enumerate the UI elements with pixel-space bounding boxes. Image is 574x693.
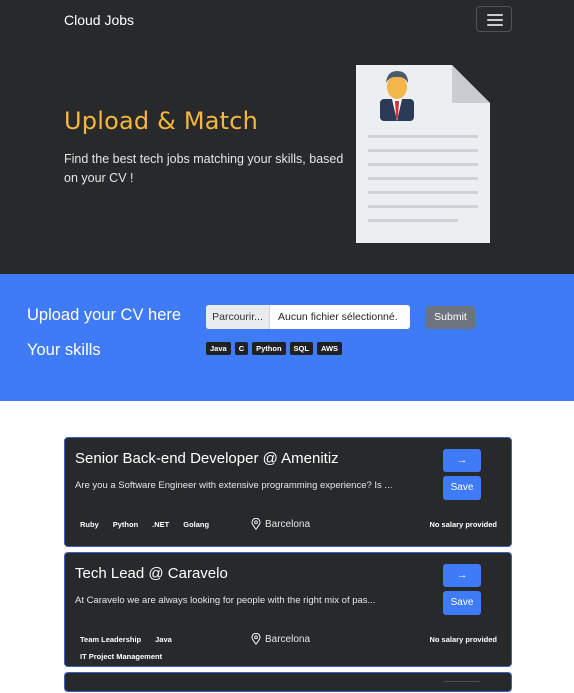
job-tag: Golang [183,520,210,529]
upload-cv-label: Upload your CV here [27,306,182,324]
upload-section [0,274,574,401]
skills-list: Java C Python SQL AWS [206,342,343,355]
job-tags: Ruby Python .NET Golang [80,520,250,529]
job-location: Barcelona [251,633,310,645]
job-salary: No salary provided [429,635,497,644]
skill-badge: AWS [316,342,343,355]
cv-file-input[interactable]: Parcourir... Aucun fichier sélectionné. [206,305,410,329]
open-job-button[interactable]: → [443,564,481,587]
navbar: Cloud Jobs [0,0,574,40]
job-description: At Caravelo we are always looking for pe… [75,595,376,606]
map-pin-icon [251,633,261,645]
job-tag: .NET [152,520,170,529]
job-title: Senior Back-end Developer @ Amenitiz [75,450,339,467]
open-job-button[interactable]: → [443,449,481,472]
file-status-text: Aucun fichier sélectionné. [278,311,398,323]
job-tag: Java [155,635,172,644]
job-salary: No salary provided [429,520,497,529]
job-tag: Team Leadership [80,635,142,644]
job-tags: Team Leadership Java IT Project Manageme… [80,635,250,661]
job-card: Tech Lead @ Caravelo At Caravelo we are … [64,552,512,667]
job-location-text: Barcelona [265,518,311,530]
job-description: Are you a Software Engineer with extensi… [75,480,393,491]
browse-button[interactable]: Parcourir... [206,305,270,329]
navbar-toggle-button[interactable] [476,6,512,32]
save-job-button[interactable]: Save [443,591,481,615]
cv-document-illustration [356,65,490,243]
save-job-button[interactable]: Save [443,476,481,500]
job-tag: Python [112,520,139,529]
job-location: Barcelona [251,518,310,530]
job-tag: IT Project Management [80,652,163,661]
open-job-button[interactable] [443,681,481,693]
skill-badge: Python [252,342,286,355]
map-pin-icon [251,518,261,530]
skill-badge: Java [206,342,231,355]
brand-logo[interactable]: Cloud Jobs [64,12,134,28]
submit-button[interactable]: Submit [426,306,475,329]
job-title: Tech Lead @ Caravelo [75,565,228,582]
hero-title: Upload & Match [64,107,259,135]
skill-badge: SQL [289,342,313,355]
skill-badge: C [234,342,249,355]
hero-subtitle: Find the best tech jobs matching your sk… [64,152,344,185]
skills-label: Your skills [27,341,101,359]
job-tag: Ruby [80,520,99,529]
job-location-text: Barcelona [265,633,311,645]
job-card: Senior Back-end Developer @ Amenitiz Are… [64,437,512,547]
job-card [64,672,512,692]
